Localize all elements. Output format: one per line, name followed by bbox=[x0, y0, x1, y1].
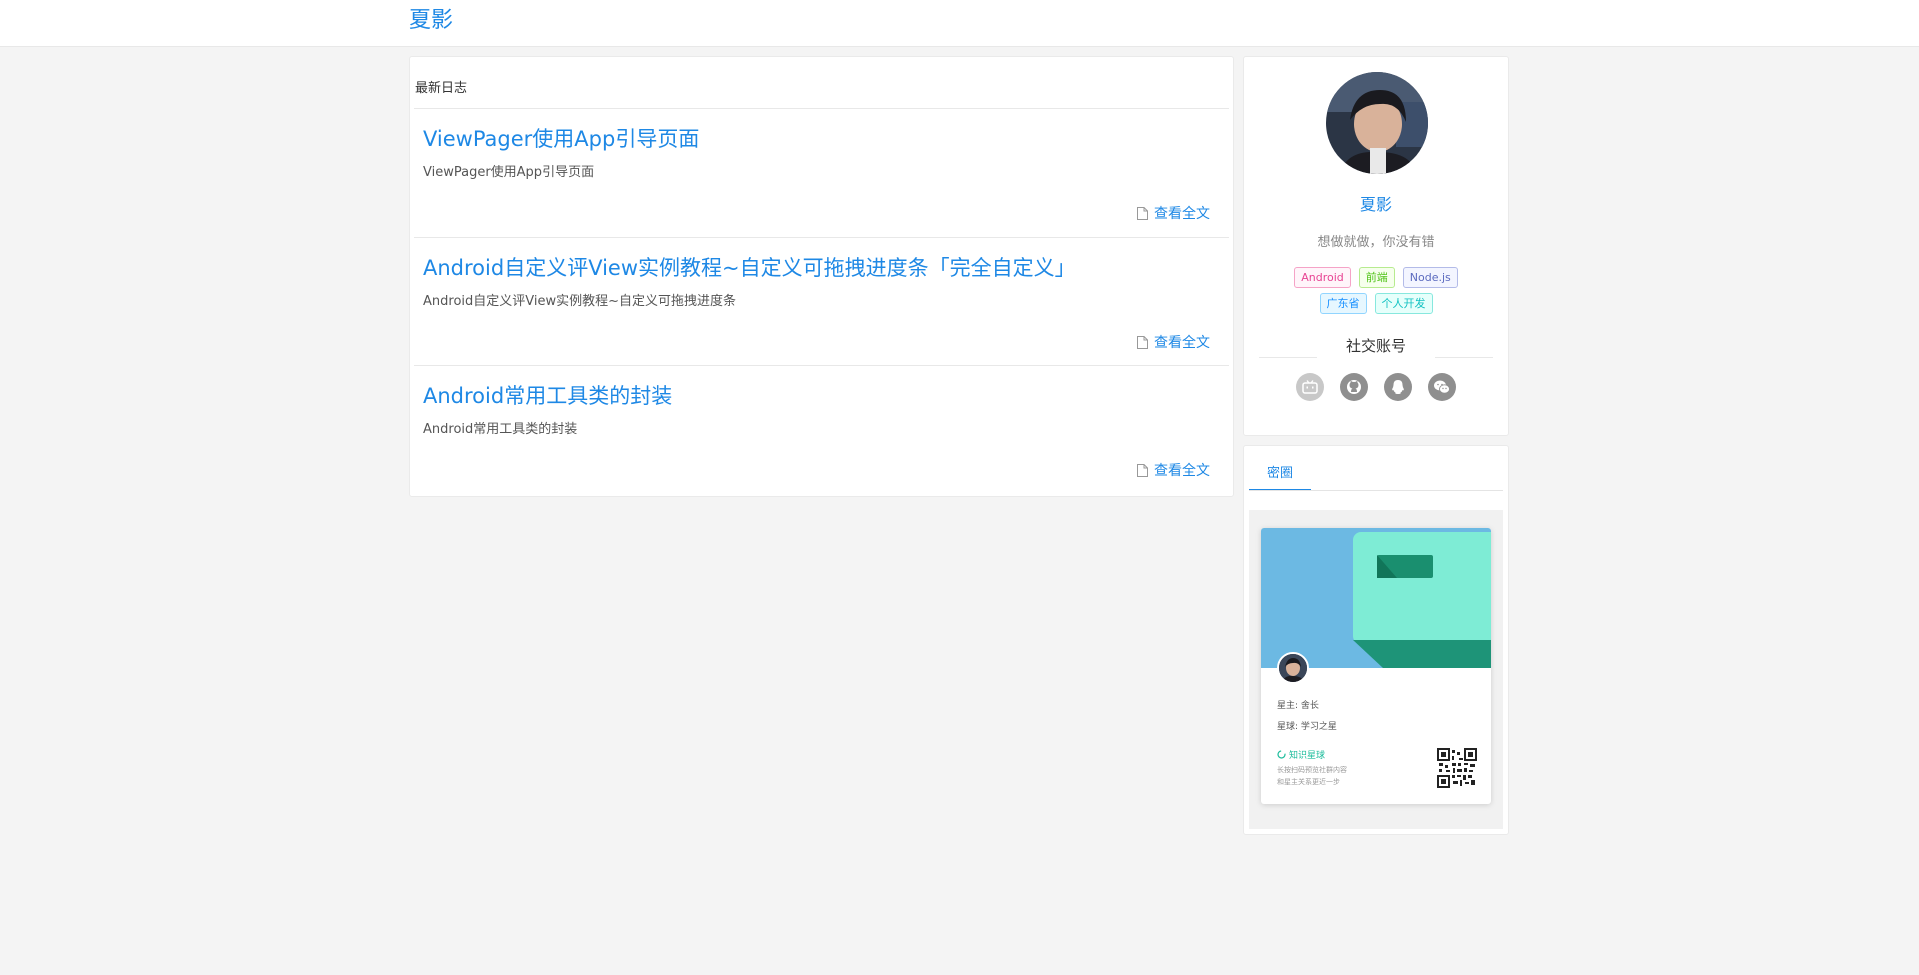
knowledge-planet-poster[interactable]: 星主: 舍长 星球: 学习之星 知识星球 长按扫码预览社群内容 和星主关系更近一… bbox=[1261, 528, 1491, 804]
poster-avatar bbox=[1277, 652, 1309, 684]
qr-code-icon bbox=[1437, 748, 1477, 788]
tag-nodejs[interactable]: Node.js bbox=[1402, 267, 1458, 288]
tag-indie-dev[interactable]: 个人开发 bbox=[1374, 293, 1433, 314]
divider bbox=[1435, 357, 1493, 358]
tab-private-circle[interactable]: 密圈 bbox=[1249, 459, 1311, 491]
social-links bbox=[1244, 373, 1508, 401]
profile-motto: 想做就做，你没有错 bbox=[1317, 235, 1435, 250]
post-item: Android自定义评View实例教程~自定义可拖拽进度条「完全自定义」 And… bbox=[414, 238, 1229, 366]
tab-underline bbox=[1249, 490, 1503, 491]
github-icon[interactable] bbox=[1340, 373, 1368, 401]
document-icon bbox=[1137, 335, 1148, 349]
read-more-label: 查看全文 bbox=[1154, 206, 1210, 222]
qq-icon[interactable] bbox=[1384, 373, 1412, 401]
post-title-link[interactable]: Android自定义评View实例教程~自定义可拖拽进度条「完全自定义」 bbox=[423, 252, 1076, 282]
poster-owner: 星主: 舍长 bbox=[1277, 701, 1319, 711]
tag-guangdong[interactable]: 广东省 bbox=[1319, 293, 1367, 314]
post-excerpt: Android自定义评View实例教程~自定义可拖拽进度条 bbox=[423, 294, 737, 309]
site-brand-link[interactable]: 夏影 bbox=[409, 7, 453, 35]
divider bbox=[1259, 357, 1317, 358]
poster-hint: 长按扫码预览社群内容 bbox=[1277, 766, 1347, 774]
tag-list: Android 前端 Node.js 广东省 个人开发 bbox=[1272, 267, 1480, 314]
document-icon bbox=[1137, 463, 1148, 477]
read-more-link[interactable]: 查看全文 bbox=[1137, 460, 1210, 480]
read-more-label: 查看全文 bbox=[1154, 463, 1210, 479]
tag-android[interactable]: Android bbox=[1294, 267, 1351, 288]
social-title: 社交账号 bbox=[1345, 337, 1406, 355]
planet-logo-icon bbox=[1277, 750, 1286, 759]
post-title-link[interactable]: ViewPager使用App引导页面 bbox=[423, 123, 699, 153]
poster-hint: 和星主关系更近一步 bbox=[1277, 778, 1340, 786]
post-excerpt: Android常用工具类的封装 bbox=[423, 422, 578, 437]
poster-container: 星主: 舍长 星球: 学习之星 知识星球 长按扫码预览社群内容 和星主关系更近一… bbox=[1249, 510, 1503, 829]
latest-posts-card: 最新日志 ViewPager使用App引导页面 ViewPager使用App引导… bbox=[409, 56, 1234, 497]
read-more-label: 查看全文 bbox=[1154, 335, 1210, 351]
document-icon bbox=[1137, 206, 1148, 220]
section-title: 最新日志 bbox=[415, 81, 468, 96]
poster-brand-label: 知识星球 bbox=[1289, 751, 1326, 761]
poster-brand: 知识星球 bbox=[1277, 748, 1325, 761]
tag-frontend[interactable]: 前端 bbox=[1358, 267, 1395, 288]
private-circle-card: 密圈 星主: 舍长 星球: 学习之星 知识星球 长按扫码预览社群内容 和星主关系… bbox=[1243, 445, 1509, 835]
post-title-link[interactable]: Android常用工具类的封装 bbox=[423, 380, 672, 410]
wechat-icon[interactable] bbox=[1428, 373, 1456, 401]
profile-name: 夏影 bbox=[1359, 195, 1392, 214]
read-more-link[interactable]: 查看全文 bbox=[1137, 332, 1210, 352]
top-navbar: 夏影 bbox=[0, 0, 1919, 47]
poster-illustration bbox=[1261, 528, 1491, 668]
bilibili-icon[interactable] bbox=[1296, 373, 1324, 401]
profile-card: 夏影 想做就做，你没有错 Android 前端 Node.js 广东省 个人开发… bbox=[1243, 56, 1509, 436]
poster-planet: 星球: 学习之星 bbox=[1277, 722, 1337, 732]
avatar[interactable] bbox=[1326, 72, 1428, 174]
post-excerpt: ViewPager使用App引导页面 bbox=[423, 165, 595, 180]
post-item: ViewPager使用App引导页面 ViewPager使用App引导页面 查看… bbox=[414, 109, 1229, 237]
post-item: Android常用工具类的封装 Android常用工具类的封装 查看全文 bbox=[414, 366, 1229, 494]
read-more-link[interactable]: 查看全文 bbox=[1137, 203, 1210, 223]
